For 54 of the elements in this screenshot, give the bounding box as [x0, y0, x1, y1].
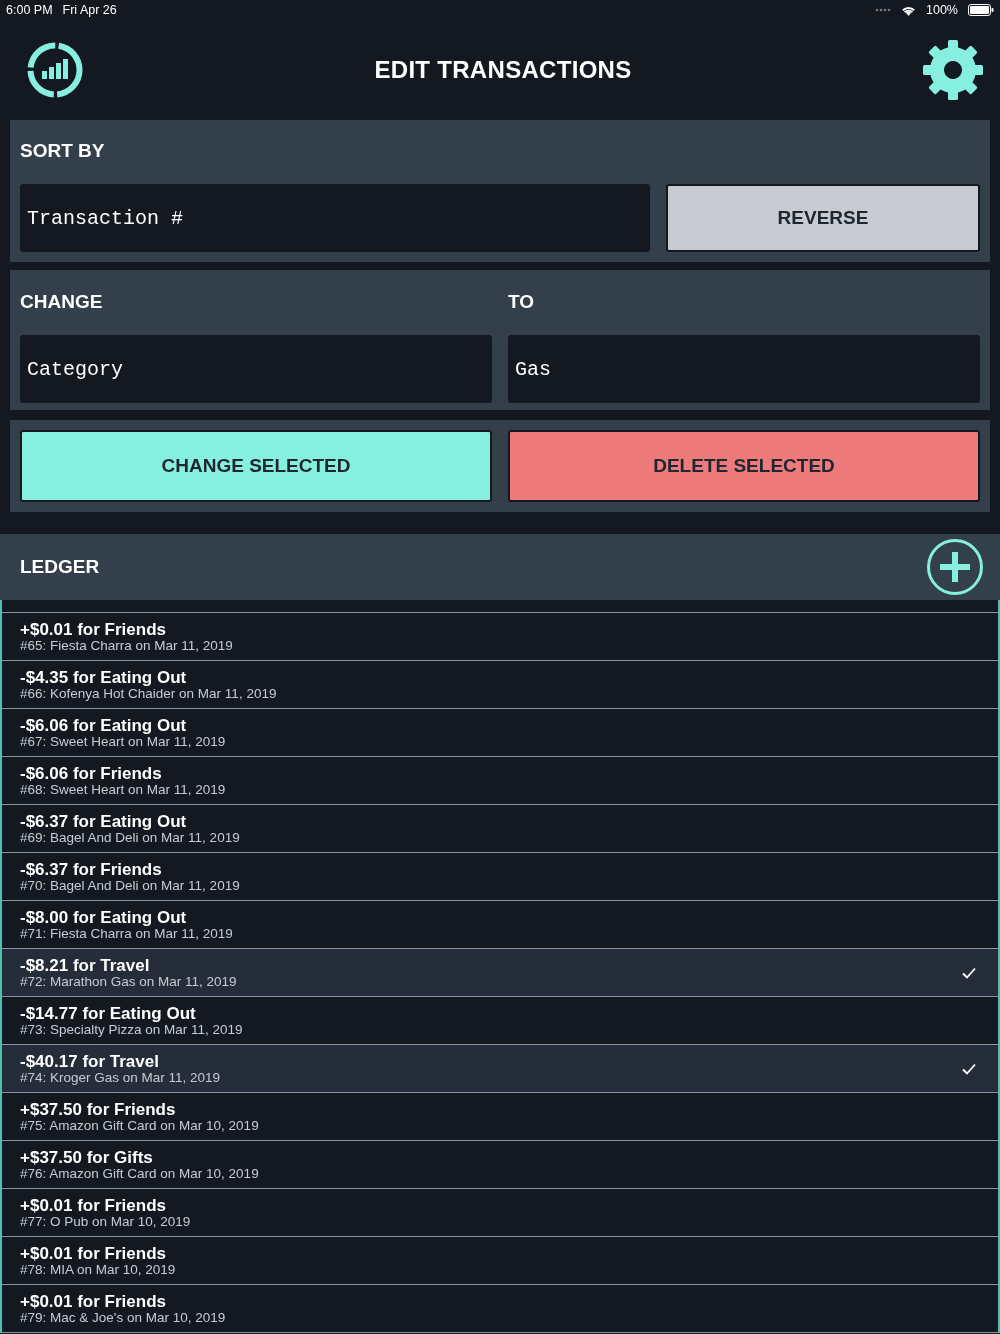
transaction-row[interactable]: -$40.17 for Travel #74: Kroger Gas on Mar 11, 2019	[2, 1045, 998, 1093]
transaction-title: -$14.77 for Eating Out	[20, 1004, 196, 1023]
transaction-detail: #77: O Pub on Mar 10, 2019	[20, 1215, 191, 1229]
transaction-title: +$0.01 for Friends	[20, 1196, 166, 1215]
bar-chart-logo-icon[interactable]	[26, 41, 84, 99]
transaction-detail: #78: MIA on Mar 10, 2019	[20, 1263, 176, 1277]
transaction-detail: #69: Bagel And Deli on Mar 11, 2019	[20, 831, 240, 845]
transaction-title: -$6.37 for Eating Out	[20, 812, 187, 831]
transaction-title: +$37.50 for Friends	[20, 1100, 176, 1119]
battery-percentage: 100%	[926, 3, 958, 17]
screen-title: EDIT TRANSACTIONS	[374, 56, 632, 84]
value-field[interactable]: Gas	[508, 335, 980, 403]
transaction-title: +$0.01 for Friends	[20, 1244, 166, 1263]
transaction-title: -$6.37 for Friends	[20, 860, 162, 879]
checkmark-icon	[962, 1062, 976, 1075]
transaction-detail: #71: Fiesta Charra on Mar 11, 2019	[20, 927, 233, 941]
battery-icon	[968, 4, 994, 16]
transaction-title: +$0.01 for Friends	[20, 620, 166, 639]
ledger-title: LEDGER	[20, 556, 100, 578]
delete-selected-button[interactable]: DELETE SELECTED	[508, 430, 980, 502]
settings-gear-icon[interactable]	[922, 39, 984, 101]
transaction-row[interactable]: -$8.21 for Travel #72: Marathon Gas on Mar 11, 2019	[2, 949, 998, 997]
transaction-title: -$4.35 for Eating Out	[20, 668, 187, 687]
transaction-title: -$8.00 for Eating Out	[20, 908, 187, 927]
transaction-detail: #76: Amazon Gift Card on Mar 10, 2019	[20, 1167, 259, 1181]
add-button[interactable]	[926, 538, 984, 596]
sort-field[interactable]: Transaction #	[20, 184, 650, 252]
transaction-detail: #72: Marathon Gas on Mar 11, 2019	[20, 975, 237, 989]
transaction-detail: #66: Kofenya Hot Chaider on Mar 11, 2019	[20, 687, 277, 701]
transaction-detail: #73: Specialty Pizza on Mar 11, 2019	[20, 1023, 243, 1037]
transaction-detail: #65: Fiesta Charra on Mar 11, 2019	[20, 639, 233, 653]
status-date: Fri Apr 26	[62, 3, 117, 17]
change-label: CHANGE	[20, 290, 104, 313]
change-selected-button[interactable]: CHANGE SELECTED	[20, 430, 492, 502]
transaction-title: -$40.17 for Travel	[20, 1052, 159, 1071]
cellular-signal-icon	[875, 8, 891, 12]
transaction-detail: #79: Mac & Joe's on Mar 10, 2019	[20, 1311, 226, 1325]
to-label: TO	[508, 290, 536, 313]
transaction-title: -$6.06 for Friends	[20, 764, 162, 783]
transaction-detail: #70: Bagel And Deli on Mar 11, 2019	[20, 879, 240, 893]
transaction-title: -$8.21 for Travel	[20, 956, 150, 975]
transaction-title: +$0.01 for Friends	[20, 1292, 166, 1311]
transaction-detail: #75: Amazon Gift Card on Mar 10, 2019	[20, 1119, 259, 1133]
transaction-detail: #68: Sweet Heart on Mar 11, 2019	[20, 783, 226, 797]
wifi-icon	[901, 4, 916, 16]
transaction-detail: #74: Kroger Gas on Mar 11, 2019	[20, 1071, 221, 1085]
status-time: 6:00 PM	[6, 3, 53, 17]
change-field[interactable]: Category	[20, 335, 492, 403]
sort-by-label: SORT BY	[20, 139, 106, 162]
reverse-button[interactable]: REVERSE	[666, 184, 980, 252]
checkmark-icon	[962, 966, 976, 979]
transaction-detail: #67: Sweet Heart on Mar 11, 2019	[20, 735, 226, 749]
transaction-title: +$37.50 for Gifts	[20, 1148, 153, 1167]
transaction-title: -$6.06 for Eating Out	[20, 716, 187, 735]
